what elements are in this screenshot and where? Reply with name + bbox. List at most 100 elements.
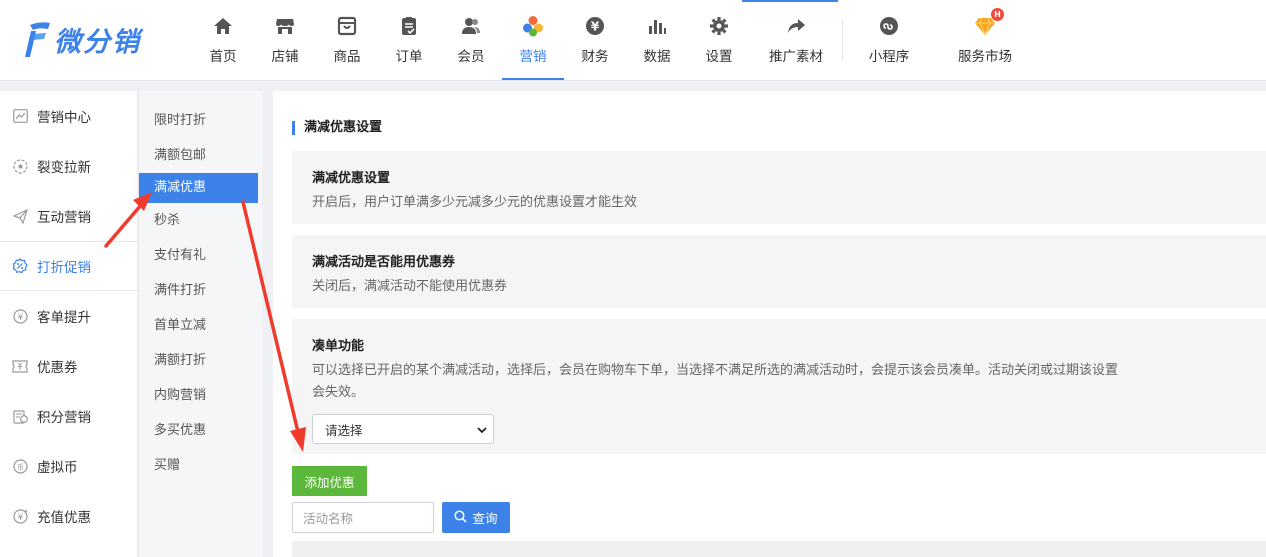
ticket-icon bbox=[12, 358, 28, 374]
brand-logo[interactable]: 微分销 bbox=[22, 16, 141, 62]
gear-icon bbox=[708, 15, 730, 37]
diamond-icon: H bbox=[974, 8, 1004, 37]
select-value: 请选择 bbox=[325, 422, 363, 438]
nav-item-product[interactable]: 商品 bbox=[316, 0, 378, 80]
chart-icon bbox=[646, 15, 668, 37]
nav-item-finance[interactable]: ¥ 财务 bbox=[564, 0, 626, 80]
home-icon bbox=[212, 15, 234, 37]
top-navbar: 微分销 首页 店铺 商品 订单 会员 营销 ¥ 财务 数据 设置 推广素材 小程… bbox=[0, 0, 1266, 81]
subnav-item-amount-discount[interactable]: 满额打折 bbox=[139, 343, 262, 378]
sub-nav: 限时打折 满额包邮 满减优惠 秒杀 支付有礼 满件打折 首单立减 满额打折 内购… bbox=[138, 91, 262, 557]
discount-icon bbox=[12, 258, 28, 274]
svg-text:¥: ¥ bbox=[17, 313, 23, 323]
sidebar: 营销中心 裂变拉新 互动营销 打折促销 ¥ 客单提升 优惠券 积分营销 币 虚拟… bbox=[0, 91, 137, 557]
marketing-icon bbox=[522, 15, 544, 37]
brand-name: 微分销 bbox=[54, 26, 141, 58]
nav-item-service-market[interactable]: H 服务市场 bbox=[935, 0, 1035, 80]
subnav-item-quantity-discount[interactable]: 满件打折 bbox=[139, 273, 262, 308]
recharge-icon: ¥ bbox=[12, 508, 28, 524]
svg-text:币: 币 bbox=[17, 463, 24, 471]
nav-item-member[interactable]: 会员 bbox=[440, 0, 502, 80]
product-icon bbox=[336, 15, 358, 37]
subnav-item-seckill[interactable]: 秒杀 bbox=[139, 203, 262, 238]
nav-item-home[interactable]: 首页 bbox=[192, 0, 254, 80]
activity-select[interactable]: 请选择 bbox=[312, 414, 494, 444]
badge-new: H bbox=[991, 8, 1004, 21]
order-icon bbox=[398, 15, 420, 37]
sidebar-item-label: 打折促销 bbox=[37, 260, 91, 276]
sidebar-item-label: 积分营销 bbox=[37, 410, 91, 426]
nav-label: 首页 bbox=[209, 49, 237, 65]
add-discount-button[interactable]: 添加优惠 bbox=[292, 466, 367, 496]
share-icon bbox=[785, 15, 807, 37]
setting-card-full-reduction: 满减优惠设置 开启后，用户订单满多少元减多少元的优惠设置才能生效 bbox=[292, 151, 1266, 224]
chevron-down-icon bbox=[477, 422, 487, 437]
nav-item-miniprogram[interactable]: 小程序 bbox=[843, 0, 935, 80]
card-title: 凑单功能 bbox=[312, 339, 365, 354]
main-nav: 首页 店铺 商品 订单 会员 营销 ¥ 财务 数据 设置 推广素材 小程序 H … bbox=[192, 0, 1035, 80]
sidebar-item-coupon[interactable]: 优惠券 bbox=[0, 341, 137, 391]
subnav-item-internal-purchase[interactable]: 内购营销 bbox=[139, 378, 262, 413]
sidebar-item-points[interactable]: 积分营销 bbox=[0, 391, 137, 441]
subnav-item-payment-gift[interactable]: 支付有礼 bbox=[139, 238, 262, 273]
setting-card-coupon-usage: 满减活动是否能用优惠券 关闭后，满减活动不能使用优惠券 bbox=[292, 235, 1266, 308]
nav-label: 推广素材 bbox=[769, 49, 823, 65]
nav-item-settings[interactable]: 设置 bbox=[688, 0, 750, 80]
nav-item-data[interactable]: 数据 bbox=[626, 0, 688, 80]
subnav-item-free-shipping[interactable]: 满额包邮 bbox=[139, 138, 262, 173]
card-desc: 关闭后，满减活动不能使用优惠券 bbox=[312, 279, 508, 294]
sidebar-item-discount[interactable]: 打折促销 bbox=[0, 241, 137, 291]
sidebar-item-virtual-coin[interactable]: 币 虚拟币 bbox=[0, 441, 137, 491]
finance-icon: ¥ bbox=[584, 15, 606, 37]
nav-label: 小程序 bbox=[868, 49, 910, 65]
setting-card-bundle: 凑单功能 可以选择已开启的某个满减活动，选择后，会员在购物车下单，当选择不满足所… bbox=[292, 319, 1266, 454]
nav-label: 营销 bbox=[519, 49, 547, 65]
sidebar-item-marketing-center[interactable]: 营销中心 bbox=[0, 91, 137, 141]
subnav-item-full-reduction[interactable]: 满减优惠 bbox=[139, 173, 258, 203]
sidebar-item-label: 虚拟币 bbox=[37, 460, 78, 476]
card-desc: 开启后，用户订单满多少元减多少元的优惠设置才能生效 bbox=[312, 195, 638, 210]
nav-item-store[interactable]: 店铺 bbox=[254, 0, 316, 80]
send-icon bbox=[12, 208, 28, 224]
member-icon bbox=[460, 15, 482, 37]
miniprogram-icon bbox=[878, 15, 900, 37]
logo-mark-icon bbox=[22, 19, 52, 59]
nav-label: 订单 bbox=[395, 49, 423, 65]
nav-item-order[interactable]: 订单 bbox=[378, 0, 440, 80]
sidebar-item-label: 客单提升 bbox=[37, 310, 91, 326]
nav-item-marketing[interactable]: 营销 bbox=[502, 0, 564, 80]
coin-icon: 币 bbox=[12, 458, 28, 474]
store-icon bbox=[274, 15, 296, 37]
table-header bbox=[292, 541, 1266, 557]
svg-text:¥: ¥ bbox=[591, 20, 600, 34]
main-content: 满减优惠设置 满减优惠设置 开启后，用户订单满多少元减多少元的优惠设置才能生效 … bbox=[273, 91, 1266, 557]
nav-label: 店铺 bbox=[271, 49, 299, 65]
nav-label: 商品 bbox=[333, 49, 361, 65]
sidebar-item-recharge[interactable]: ¥ 充值优惠 bbox=[0, 491, 137, 541]
sidebar-item-interactive[interactable]: 互动营销 bbox=[0, 191, 137, 241]
query-button[interactable]: 查询 bbox=[442, 502, 510, 533]
search-icon bbox=[454, 509, 472, 526]
svg-text:¥: ¥ bbox=[17, 513, 23, 523]
subnav-item-flash-discount[interactable]: 限时打折 bbox=[139, 103, 262, 138]
yen-circle-icon: ¥ bbox=[12, 308, 28, 324]
subnav-item-first-order[interactable]: 首单立减 bbox=[139, 308, 262, 343]
card-desc: 可以选择已开启的某个满减活动，选择后，会员在购物车下单，当选择不满足所选的满减活… bbox=[312, 363, 1119, 400]
points-icon bbox=[12, 408, 28, 424]
nav-item-promo-material[interactable]: 推广素材 bbox=[750, 0, 842, 80]
trend-icon bbox=[12, 108, 28, 124]
activity-name-input[interactable]: 活动名称 bbox=[292, 502, 434, 533]
sidebar-item-label: 裂变拉新 bbox=[37, 160, 91, 176]
nav-label: 数据 bbox=[643, 49, 671, 65]
nav-label: 财务 bbox=[581, 49, 609, 65]
card-title: 满减活动是否能用优惠券 bbox=[312, 255, 456, 270]
query-label: 查询 bbox=[472, 511, 498, 526]
sidebar-item-label: 充值优惠 bbox=[37, 510, 91, 526]
subnav-item-multi-buy[interactable]: 多买优惠 bbox=[139, 413, 262, 448]
subnav-item-buy-gift[interactable]: 买赠 bbox=[139, 448, 262, 483]
sidebar-item-label: 营销中心 bbox=[37, 110, 91, 126]
sidebar-item-fission[interactable]: 裂变拉新 bbox=[0, 141, 137, 191]
sidebar-item-order-value[interactable]: ¥ 客单提升 bbox=[0, 291, 137, 341]
sidebar-item-label: 优惠券 bbox=[37, 360, 78, 376]
sidebar-item-label: 互动营销 bbox=[37, 210, 91, 226]
